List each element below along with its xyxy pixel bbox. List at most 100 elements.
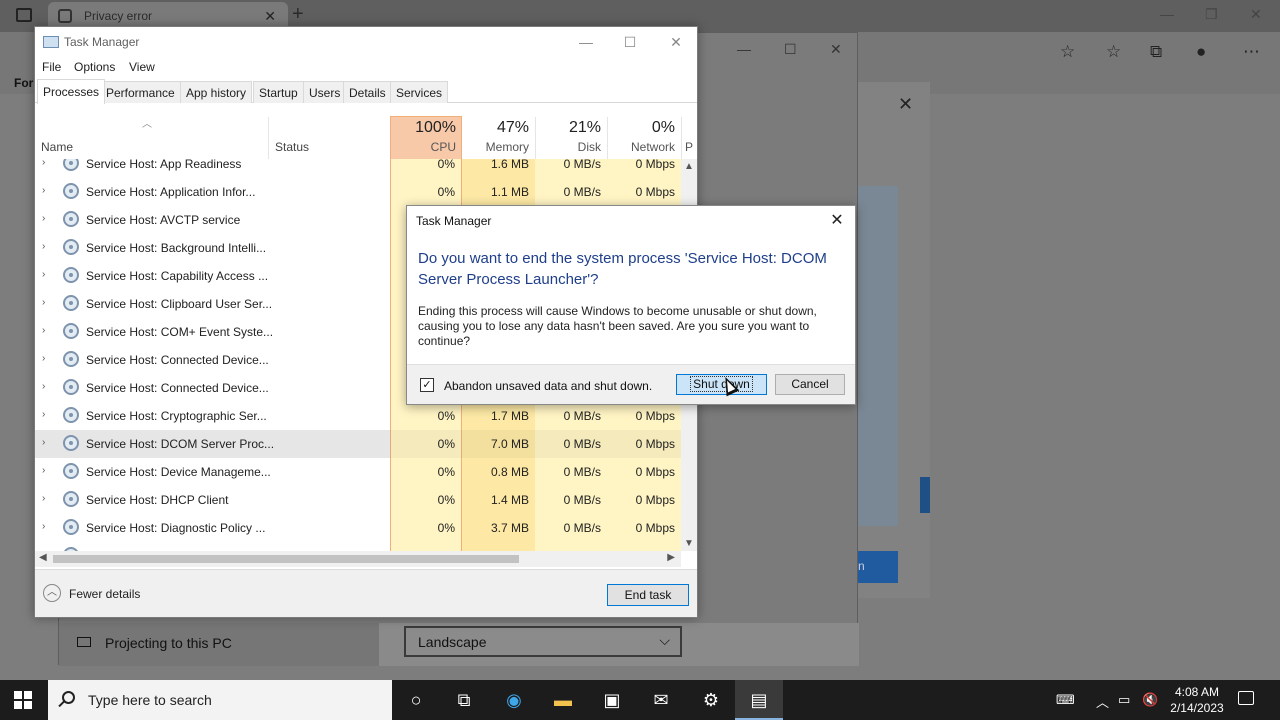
service-gear-icon — [63, 159, 79, 171]
expand-chevron-icon[interactable]: › — [42, 465, 45, 476]
scroll-left-icon[interactable]: ◀ — [39, 552, 47, 563]
tab-processes[interactable]: Processes — [37, 79, 106, 104]
close-icon[interactable]: ✕ — [830, 41, 842, 58]
keyboard-icon[interactable]: ⌨ — [1056, 692, 1075, 708]
expand-chevron-icon[interactable]: › — [42, 353, 45, 364]
expand-chevron-icon[interactable]: › — [42, 213, 45, 224]
new-tab-icon[interactable]: + — [292, 3, 304, 26]
expand-chevron-icon[interactable]: › — [42, 297, 45, 308]
process-name: Service Host: Device Manageme... — [86, 465, 271, 479]
windows-start-icon[interactable] — [14, 691, 32, 709]
abandon-data-checkbox[interactable]: ✓ — [420, 378, 434, 392]
minimize-icon[interactable]: — — [737, 41, 751, 57]
favorites-icon[interactable]: ☆ — [1106, 42, 1121, 62]
column-header-disk[interactable]: 21% Disk — [535, 103, 607, 159]
tab-performance[interactable]: Performance — [100, 81, 181, 103]
task-view-icon[interactable]: ⧉ — [452, 688, 476, 712]
minimize-icon[interactable]: — — [563, 31, 609, 53]
sort-indicator-icon: ︿ — [142, 119, 152, 130]
expand-chevron-icon[interactable]: › — [42, 159, 45, 168]
add-favorite-icon[interactable]: ☆ — [1060, 42, 1075, 62]
mail-icon[interactable]: ✉ — [649, 688, 673, 712]
minimize-icon[interactable]: — — [1160, 6, 1174, 22]
settings-gear-icon[interactable]: ⚙ — [699, 688, 723, 712]
edge-icon[interactable]: ◉ — [502, 688, 526, 712]
cpu-cell: 0% — [390, 514, 462, 542]
close-icon[interactable]: ✕ — [827, 210, 847, 230]
process-row[interactable]: › Service Host: Device Manageme... 0% 0.8 M… — [35, 458, 681, 486]
title-bar[interactable]: Task Manager — ☐ ✕ — [35, 27, 697, 57]
collections-icon[interactable]: ⧉ — [1150, 42, 1162, 62]
abandon-data-label[interactable]: Abandon unsaved data and shut down. — [444, 379, 652, 393]
menu-view[interactable]: View — [129, 60, 155, 74]
settings-nav-item[interactable]: Projecting to this PC — [59, 623, 379, 666]
profile-icon[interactable]: ● — [1196, 42, 1206, 62]
chevron-up-icon[interactable]: ︿ — [1096, 692, 1109, 711]
process-row[interactable]: › Service Host: Cryptographic Ser... 0% 1.7… — [35, 402, 681, 430]
maximize-icon[interactable]: ☐ — [784, 41, 797, 58]
more-icon[interactable]: ⋯ — [1243, 42, 1260, 62]
scroll-right-icon[interactable]: ▶ — [667, 552, 675, 563]
process-row[interactable]: › Service Host: Diagnostic Policy ... 0% 3.… — [35, 514, 681, 542]
menu-file[interactable]: File — [42, 60, 61, 74]
tab-services[interactable]: Services — [390, 81, 449, 103]
scroll-down-icon[interactable]: ▼ — [684, 538, 694, 549]
cortana-icon[interactable]: ○ — [404, 688, 428, 712]
task-manager-icon[interactable]: ▤ — [747, 688, 771, 712]
expand-chevron-icon[interactable]: › — [42, 521, 45, 532]
expand-chevron-icon[interactable]: › — [42, 269, 45, 280]
store-icon[interactable]: ▣ — [600, 688, 624, 712]
scrollbar-thumb[interactable] — [53, 555, 519, 563]
expand-chevron-icon[interactable]: › — [42, 381, 45, 392]
side-panel-button[interactable] — [920, 477, 930, 513]
column-header-cpu[interactable]: 100% CPU — [390, 103, 462, 159]
process-row[interactable]: › Service Host: DCOM Server Proc... 0% 7.0 … — [35, 430, 681, 458]
tab-actions-icon[interactable] — [16, 8, 32, 22]
process-row[interactable]: › Service Host: Application Infor... 0% 1.1… — [35, 178, 681, 206]
column-header-power[interactable]: P — [685, 103, 697, 159]
column-header-name[interactable]: Name — [41, 140, 73, 154]
network-icon[interactable]: ▭ — [1118, 692, 1130, 708]
expand-chevron-icon[interactable]: › — [42, 409, 45, 420]
fewer-details-link[interactable]: Fewer details — [69, 587, 140, 601]
menu-options[interactable]: Options — [74, 60, 115, 74]
process-name: Service Host: Connected Device... — [86, 353, 269, 367]
volume-muted-icon[interactable]: 🔇 — [1142, 692, 1158, 708]
expand-chevron-icon[interactable]: › — [42, 325, 45, 336]
end-task-button[interactable]: End task — [607, 584, 689, 606]
close-icon[interactable]: ✕ — [653, 31, 699, 53]
memory-label: Memory — [485, 140, 529, 154]
process-row[interactable]: ›Service Host: Diagnostic Syste...0%0.0 … — [35, 542, 681, 551]
close-icon[interactable]: ✕ — [264, 8, 276, 25]
clock[interactable]: 4:08 AM 2/14/2023 — [1164, 684, 1230, 716]
tab-startup[interactable]: Startup — [253, 81, 304, 103]
close-icon[interactable]: ✕ — [898, 94, 913, 115]
horizontal-scrollbar[interactable]: ◀ ▶ — [35, 551, 681, 567]
tab-details[interactable]: Details — [343, 81, 392, 103]
close-icon[interactable]: ✕ — [1250, 6, 1262, 23]
process-row[interactable]: › Service Host: DHCP Client 0% 1.4 MB 0 MB/s… — [35, 486, 681, 514]
restore-icon[interactable]: ❐ — [1205, 6, 1218, 23]
column-header-status[interactable]: Status — [275, 140, 309, 154]
file-explorer-icon[interactable]: ▬ — [551, 688, 575, 712]
taskbar-search-box[interactable]: Type here to search — [48, 680, 392, 720]
cancel-button[interactable]: Cancel — [775, 374, 845, 395]
tab-app-history[interactable]: App history — [180, 81, 253, 103]
column-header-memory[interactable]: 47% Memory — [462, 103, 535, 159]
disk-cell: 0 MB/s — [535, 159, 607, 178]
expand-chevron-icon[interactable]: › — [42, 185, 45, 196]
notifications-icon[interactable] — [1238, 691, 1254, 705]
favorites-label[interactable]: For — [14, 76, 33, 90]
tab-users[interactable]: Users — [303, 81, 347, 103]
process-row[interactable]: › Service Host: App Readiness 0% 1.6 MB 0 MB… — [35, 159, 681, 178]
scroll-up-icon[interactable]: ▲ — [684, 161, 694, 172]
orientation-select[interactable]: Landscape ⌵ — [404, 626, 682, 657]
expand-chevron-icon[interactable]: › — [42, 437, 45, 448]
chevron-up-icon[interactable]: ︿ — [43, 584, 61, 602]
expand-chevron-icon[interactable]: › — [42, 493, 45, 504]
side-panel: ✕ n — [858, 82, 930, 598]
maximize-icon[interactable]: ☐ — [607, 31, 653, 53]
expand-chevron-icon[interactable]: › — [42, 241, 45, 252]
column-header-network[interactable]: 0% Network — [607, 103, 681, 159]
side-panel-primary-button[interactable]: n — [858, 551, 898, 583]
